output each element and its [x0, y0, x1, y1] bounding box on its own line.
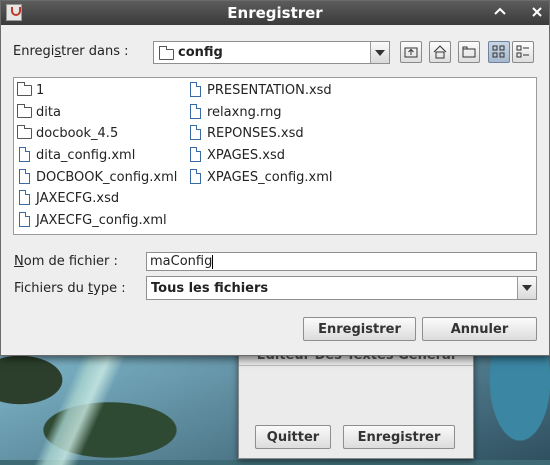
- list-item[interactable]: docbook_4.5: [17, 123, 118, 143]
- home-folder-button[interactable]: [429, 41, 451, 63]
- file-icon: [188, 147, 203, 163]
- list-item[interactable]: XPAGES.xsd: [188, 145, 285, 165]
- quit-button[interactable]: Quitter: [255, 425, 331, 449]
- cancel-button[interactable]: Annuler: [422, 317, 537, 341]
- save-button[interactable]: Enregistrer: [303, 317, 416, 341]
- chevron-down-icon[interactable]: [517, 277, 536, 299]
- folder-icon: [17, 82, 32, 98]
- list-item[interactable]: relaxng.rng: [188, 102, 282, 122]
- save-in-label: Enregistrer dans :: [13, 44, 129, 59]
- filetype-label: Fichiers du type :: [14, 281, 126, 296]
- list-item[interactable]: JAXECFG_config.xml: [17, 210, 167, 230]
- list-item[interactable]: XPAGES_config.xml: [188, 167, 333, 187]
- list-item[interactable]: DOCBOOK_config.xml: [17, 167, 177, 187]
- filename-value: maConfig: [150, 254, 214, 269]
- filename-input[interactable]: maConfig: [146, 252, 537, 271]
- file-list[interactable]: 1 dita docbook_4.5 dita_config.xml DOCBO…: [13, 77, 537, 235]
- list-item[interactable]: dita_config.xml: [17, 145, 135, 165]
- close-icon[interactable]: [525, 2, 549, 22]
- file-icon: [17, 190, 32, 206]
- folder-icon: [159, 46, 174, 60]
- background-editor-window[interactable]: Editeur Des Textes Général Quitter Enreg…: [238, 345, 474, 459]
- new-folder-button[interactable]: [458, 41, 480, 63]
- file-icon: [188, 125, 203, 141]
- save-dialog: Enregistrer Enregistrer dans : config 1 …: [0, 0, 550, 356]
- file-icon: [188, 104, 203, 120]
- list-item[interactable]: dita: [17, 102, 61, 122]
- up-one-level-button[interactable]: [400, 41, 422, 63]
- list-item[interactable]: JAXECFG.xsd: [17, 188, 119, 208]
- save-in-folder-combo[interactable]: config: [153, 41, 390, 64]
- list-item[interactable]: PRESENTATION.xsd: [188, 80, 332, 100]
- current-folder-name: config: [178, 45, 223, 60]
- filetype-value: Tous les fichiers: [151, 281, 269, 296]
- dialog-title: Enregistrer: [227, 4, 323, 22]
- file-icon: [17, 147, 32, 163]
- list-item[interactable]: REPONSES.xsd: [188, 123, 304, 143]
- list-item[interactable]: 1: [17, 80, 44, 100]
- chevron-down-icon[interactable]: [370, 42, 389, 63]
- folder-icon: [17, 104, 32, 120]
- background-save-button[interactable]: Enregistrer: [343, 425, 455, 449]
- folder-icon: [17, 125, 32, 141]
- dialog-titlebar[interactable]: Enregistrer: [1, 1, 549, 25]
- file-icon: [188, 169, 203, 185]
- details-view-button[interactable]: [512, 41, 534, 63]
- file-icon: [188, 82, 203, 98]
- filetype-select[interactable]: Tous les fichiers: [146, 276, 537, 300]
- list-view-button[interactable]: [488, 41, 510, 63]
- minimize-icon[interactable]: [488, 2, 512, 22]
- file-icon: [17, 212, 32, 228]
- file-icon: [17, 169, 32, 185]
- filename-label: Nom de fichier :: [14, 254, 118, 269]
